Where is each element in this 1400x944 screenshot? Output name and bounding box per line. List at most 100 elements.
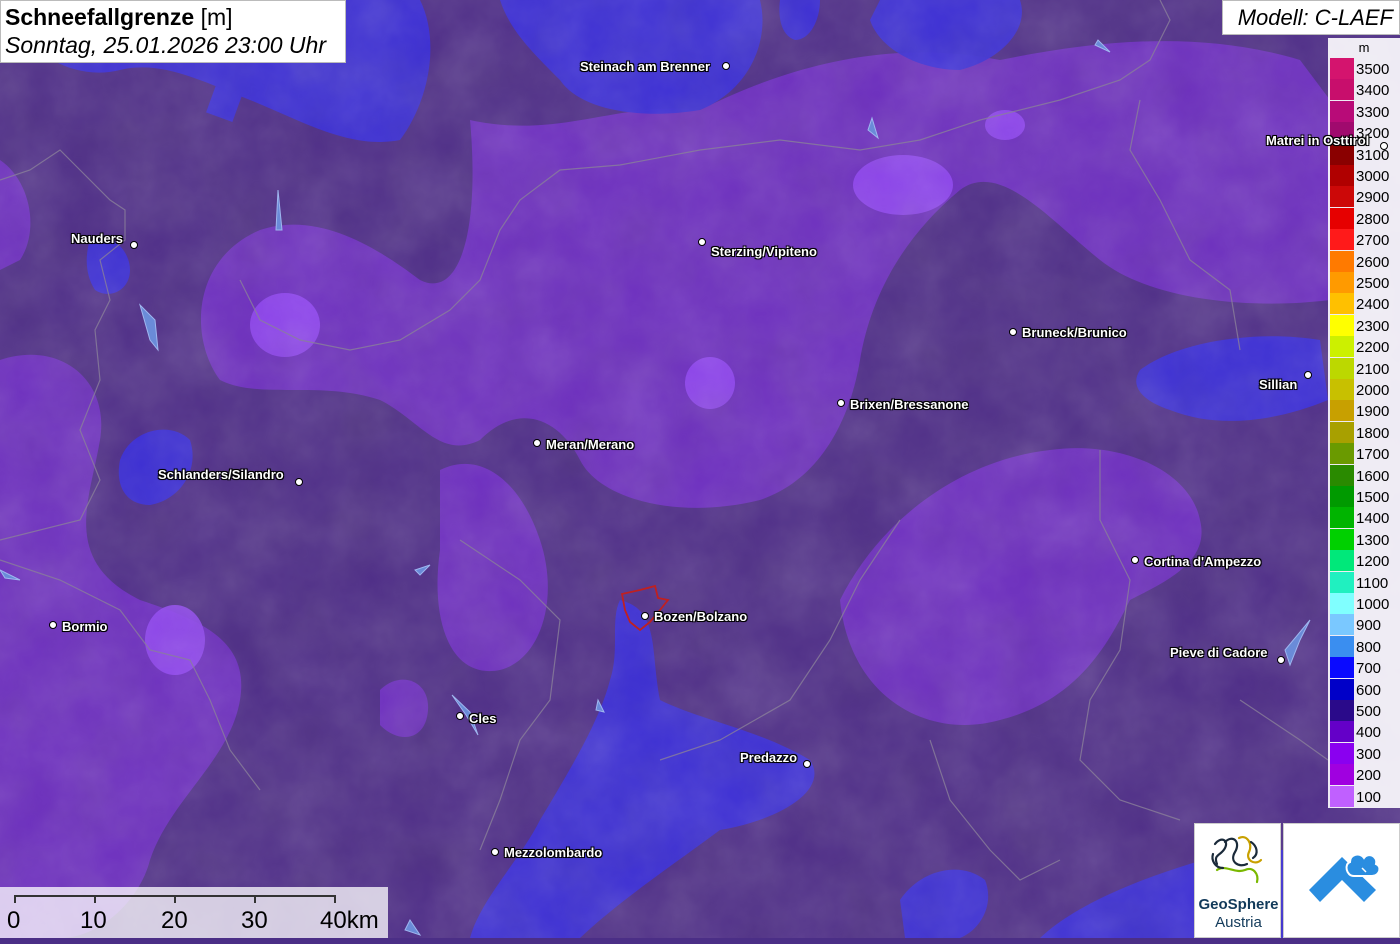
city-label: Cles xyxy=(469,711,497,726)
legend-row-2900: 2900 xyxy=(1330,186,1400,208)
city-dot-icon xyxy=(1304,371,1312,379)
city-label: Schlanders/Silandro xyxy=(158,467,284,482)
city-dot-icon xyxy=(456,712,464,720)
legend-label: 2000 xyxy=(1356,382,1390,399)
city-label: Brixen/Bressanone xyxy=(850,397,969,412)
legend-swatch xyxy=(1330,486,1354,507)
city-label: Bozen/Bolzano xyxy=(654,609,748,624)
title-box: Schneefallgrenze [m] Sonntag, 25.01.2026… xyxy=(0,0,346,63)
geosphere-mark-icon xyxy=(1211,836,1263,884)
app-logo[interactable] xyxy=(1283,823,1400,938)
title-main: Schneefallgrenze xyxy=(5,4,195,30)
scale-tick xyxy=(94,895,96,903)
legend-row-2000: 2000 xyxy=(1330,379,1400,400)
legend-swatch xyxy=(1330,100,1354,122)
legend-swatch xyxy=(1330,635,1354,657)
legend-label: 2600 xyxy=(1356,253,1390,271)
legend-swatch xyxy=(1330,464,1354,486)
legend-swatch xyxy=(1330,336,1354,358)
scale-tick xyxy=(174,895,176,903)
legend-label: 2500 xyxy=(1356,275,1390,292)
legend-row-900: 900 xyxy=(1330,614,1400,636)
legend-row-1500: 1500 xyxy=(1330,486,1400,507)
legend-row-1300: 1300 xyxy=(1330,528,1400,550)
city-label: Sillian xyxy=(1259,377,1298,392)
city-label: Bruneck/Brunico xyxy=(1022,325,1127,340)
legend-swatch xyxy=(1330,507,1354,529)
scale-tick xyxy=(334,895,336,903)
legend-label: 3000 xyxy=(1356,168,1390,185)
city-label: Mezzolombardo xyxy=(504,845,603,860)
legend-swatch xyxy=(1330,357,1354,379)
city-dot-icon xyxy=(803,760,811,768)
city-dot-icon xyxy=(698,238,706,246)
legend-swatch xyxy=(1330,250,1354,272)
legend-swatch xyxy=(1330,443,1354,465)
model-label: Modell: C-LAEF xyxy=(1237,5,1393,30)
city-label: Matrei in Osttirol xyxy=(1266,133,1370,148)
city-label: Nauders xyxy=(71,231,124,246)
legend-row-2600: 2600 xyxy=(1330,250,1400,272)
legend-swatch xyxy=(1330,207,1354,229)
legend-row-1800: 1800 xyxy=(1330,421,1400,443)
legend-label: 1100 xyxy=(1356,574,1389,592)
legend-swatch xyxy=(1330,229,1354,251)
legend-swatch xyxy=(1330,571,1354,593)
legend-label: 1200 xyxy=(1356,553,1390,571)
legend-label: 1700 xyxy=(1356,446,1390,464)
legend-swatch xyxy=(1330,785,1354,807)
legend-row-1900: 1900 xyxy=(1330,400,1400,422)
legend-swatch xyxy=(1330,314,1354,336)
map-title: Schneefallgrenze [m] xyxy=(5,4,233,31)
legend-row-200: 200 xyxy=(1330,764,1400,786)
legend-label: 1600 xyxy=(1356,467,1390,485)
mountain-cloud-icon xyxy=(1309,853,1381,902)
scale-label-40: 40km xyxy=(320,907,379,934)
city-dot-icon xyxy=(130,241,138,249)
scale-tick xyxy=(254,895,256,903)
city-dot-icon xyxy=(1009,328,1017,336)
legend-swatch xyxy=(1330,764,1354,786)
legend-swatch xyxy=(1330,421,1354,443)
legend-swatch xyxy=(1330,721,1354,743)
legend-row-100: 100 xyxy=(1330,785,1400,807)
legend-swatch xyxy=(1330,678,1354,700)
legend-swatch xyxy=(1330,593,1354,614)
legend-label: 300 xyxy=(1356,745,1382,763)
city-dot-icon xyxy=(837,399,845,407)
legend-unit: m xyxy=(1358,40,1370,55)
legend-row-2400: 2400 xyxy=(1330,293,1400,315)
city-label: Steinach am Brenner xyxy=(580,59,711,74)
legend-row-3000: 3000 xyxy=(1330,165,1400,186)
scale-label-10: 10 xyxy=(80,907,107,934)
city-dot-icon xyxy=(1131,556,1139,564)
city-dot-icon xyxy=(49,621,57,629)
legend-swatch xyxy=(1330,272,1354,293)
city-dot-icon xyxy=(491,848,499,856)
legend-row-1400: 1400 xyxy=(1330,507,1400,529)
geosphere-name: GeoSphere xyxy=(1198,896,1279,913)
legend-row-2100: 2100 xyxy=(1330,357,1400,379)
legend-label: 1400 xyxy=(1356,510,1390,528)
legend-row-1700: 1700 xyxy=(1330,443,1400,465)
legend-label: 700 xyxy=(1356,660,1382,678)
legend-row-2700: 2700 xyxy=(1330,229,1400,251)
legend-swatch xyxy=(1330,293,1354,315)
city-label: Predazzo xyxy=(740,750,798,765)
legend-label: 2800 xyxy=(1356,210,1390,228)
city-dot-icon xyxy=(1380,142,1388,150)
city-dot-icon xyxy=(533,439,541,447)
legend-label: 1000 xyxy=(1356,596,1390,613)
color-legend: m 3500 3400 3300 3200 3100 3000 2900 2800 2700 26… xyxy=(1328,38,1400,808)
legend-swatch xyxy=(1330,550,1354,572)
legend-row-3300: 3300 xyxy=(1330,100,1400,122)
legend-label: 200 xyxy=(1356,767,1382,785)
geosphere-logo[interactable]: GeoSphere Austria xyxy=(1194,823,1281,938)
forecast-datetime: Sonntag, 25.01.2026 23:00 Uhr xyxy=(5,32,326,58)
legend-swatch xyxy=(1330,528,1354,550)
legend-swatch xyxy=(1330,700,1354,721)
legend-swatch xyxy=(1330,58,1354,79)
legend-label: 1900 xyxy=(1356,403,1390,421)
legend-label: 500 xyxy=(1356,703,1382,720)
city-dot-icon xyxy=(641,612,649,620)
